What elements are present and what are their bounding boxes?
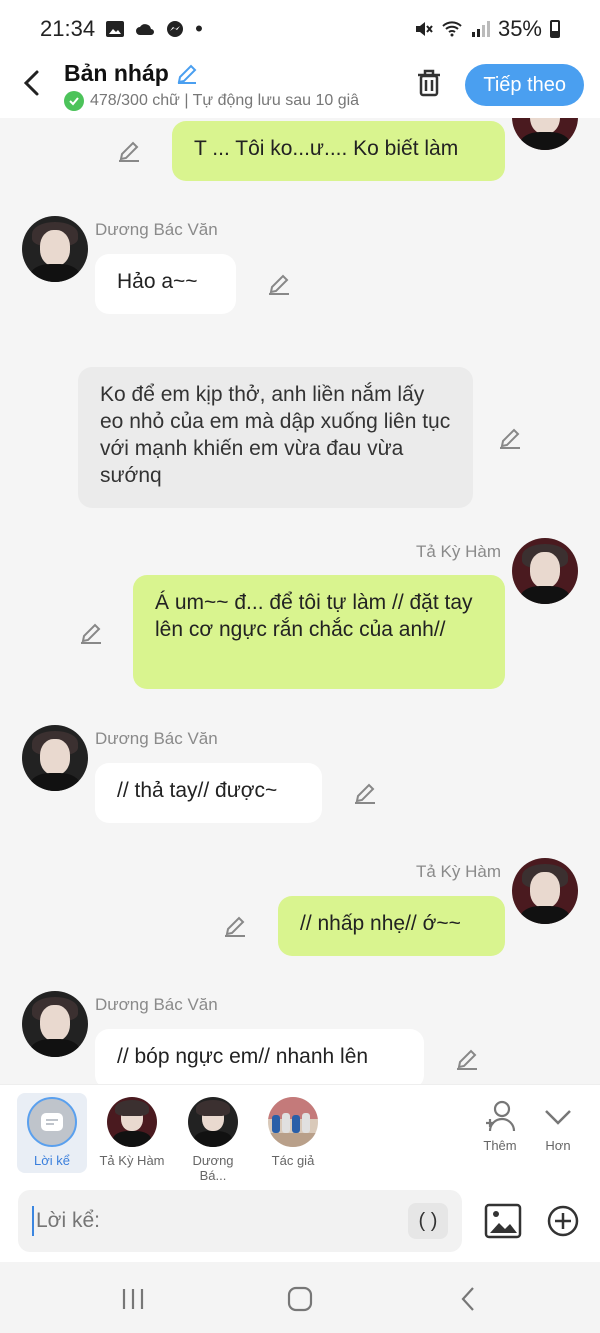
cloud-icon xyxy=(136,24,155,35)
message-input[interactable] xyxy=(36,1209,408,1233)
avatar xyxy=(107,1097,157,1147)
battery-icon xyxy=(550,20,560,38)
title-block: Bản nháp 478/300 chữ | Tự động lưu sau 1… xyxy=(64,58,399,111)
nav-back-button[interactable] xyxy=(449,1284,489,1314)
edit-message-icon[interactable] xyxy=(497,425,523,451)
edit-message-icon[interactable] xyxy=(454,1046,480,1072)
battery-percent: 35% xyxy=(497,16,542,41)
plus-icon[interactable] xyxy=(546,1204,580,1238)
check-icon xyxy=(64,91,84,111)
speaker-name: Tả Kỳ Hàm xyxy=(416,862,502,881)
character-selector: Lời kể Tả Kỳ Hàm Dương Bá... Tác giả Thê… xyxy=(0,1084,600,1183)
character-narrator[interactable]: Lời kể xyxy=(17,1093,87,1173)
message-bubble[interactable]: // nhấp nhẹ// ớ~~ xyxy=(278,896,505,956)
character-label: Lời kể xyxy=(34,1153,70,1168)
text-caret xyxy=(32,1206,34,1236)
mute-icon xyxy=(415,22,433,36)
edit-message-icon[interactable] xyxy=(116,138,142,164)
avatar-ta-ky-ham[interactable] xyxy=(512,118,578,150)
edit-message-icon[interactable] xyxy=(78,620,104,646)
avatar xyxy=(188,1097,238,1147)
home-button[interactable] xyxy=(280,1284,320,1314)
input-row: ( ) xyxy=(0,1180,600,1262)
edit-message-icon[interactable] xyxy=(266,271,292,297)
signal-icon xyxy=(471,21,490,37)
status-bar: 21:34 • 35% xyxy=(0,0,600,58)
avatar xyxy=(268,1097,318,1147)
avatar-ta-ky-ham[interactable] xyxy=(512,858,578,924)
recent-apps-button[interactable] xyxy=(113,1284,153,1314)
messenger-icon xyxy=(167,21,184,37)
nav-back-icon xyxy=(461,1287,474,1311)
wifi-icon xyxy=(442,21,462,37)
message-bubble[interactable]: // bóp ngực em// nhanh lên xyxy=(95,1029,424,1084)
back-arrow-icon xyxy=(23,70,39,96)
add-label: Thêm xyxy=(483,1138,517,1153)
edit-title-icon[interactable] xyxy=(175,62,199,86)
speaker-name: Dương Bác Văn xyxy=(95,729,218,748)
speaker-name: Tả Kỳ Hàm xyxy=(416,542,502,561)
trash-icon xyxy=(418,69,441,97)
avatar-duong-bac-van[interactable] xyxy=(22,216,88,282)
character-ta-ky-ham[interactable]: Tả Kỳ Hàm xyxy=(97,1093,167,1168)
avatar-duong-bac-van[interactable] xyxy=(22,991,88,1057)
avatar-ta-ky-ham[interactable] xyxy=(512,538,578,604)
system-nav-bar xyxy=(0,1262,600,1333)
narration-icon xyxy=(27,1097,77,1147)
character-duong-bac-van[interactable]: Dương Bá... xyxy=(178,1093,248,1183)
gallery-icon xyxy=(106,21,125,37)
chat-area[interactable]: T ... Tôi ko...ư.... Ko biết làm Dương B… xyxy=(0,118,600,1084)
more-button[interactable]: Hơn xyxy=(528,1099,588,1153)
character-label: Dương Bá... xyxy=(192,1153,234,1183)
edit-message-icon[interactable] xyxy=(222,913,248,939)
recents-icon xyxy=(122,1289,144,1309)
status-time: 21:34 xyxy=(40,16,96,41)
character-author[interactable]: Tác giả xyxy=(258,1093,328,1168)
status-dot: • xyxy=(195,16,203,41)
header: Bản nháp 478/300 chữ | Tự động lưu sau 1… xyxy=(0,58,600,118)
speaker-name: Dương Bác Văn xyxy=(95,995,218,1014)
add-user-icon xyxy=(486,1100,516,1132)
character-label: Tác giả xyxy=(271,1153,315,1168)
page-title: Bản nháp xyxy=(64,60,169,86)
next-button[interactable]: Tiếp theo xyxy=(465,64,584,106)
message-bubble[interactable]: // thả tay// được~ xyxy=(95,763,322,823)
more-label: Hơn xyxy=(545,1138,571,1153)
message-bubble[interactable]: Á um~~ đ... để tôi tự làm // đặt tay lên… xyxy=(133,575,505,689)
character-label: Tả Kỳ Hàm xyxy=(99,1153,165,1168)
back-button[interactable] xyxy=(0,58,64,108)
avatar-duong-bac-van[interactable] xyxy=(22,725,88,791)
parentheses-button[interactable]: ( ) xyxy=(408,1203,448,1239)
speaker-name: Dương Bác Văn xyxy=(95,220,218,239)
edit-message-icon[interactable] xyxy=(352,780,378,806)
add-character-button[interactable]: Thêm xyxy=(470,1099,530,1153)
chevron-down-icon xyxy=(545,1110,571,1125)
message-input-box[interactable]: ( ) xyxy=(18,1190,462,1252)
message-bubble[interactable]: T ... Tôi ko...ư.... Ko biết làm xyxy=(172,121,505,181)
word-count-status: 478/300 chữ | Tự động lưu sau 10 giâ xyxy=(90,92,360,109)
image-icon[interactable] xyxy=(484,1202,522,1240)
message-bubble[interactable]: Hảo a~~ xyxy=(95,254,236,314)
home-icon xyxy=(287,1286,313,1312)
narration-bubble[interactable]: Ko để em kịp thở, anh liền nắm lấy eo nh… xyxy=(78,367,473,508)
delete-button[interactable] xyxy=(399,58,459,108)
